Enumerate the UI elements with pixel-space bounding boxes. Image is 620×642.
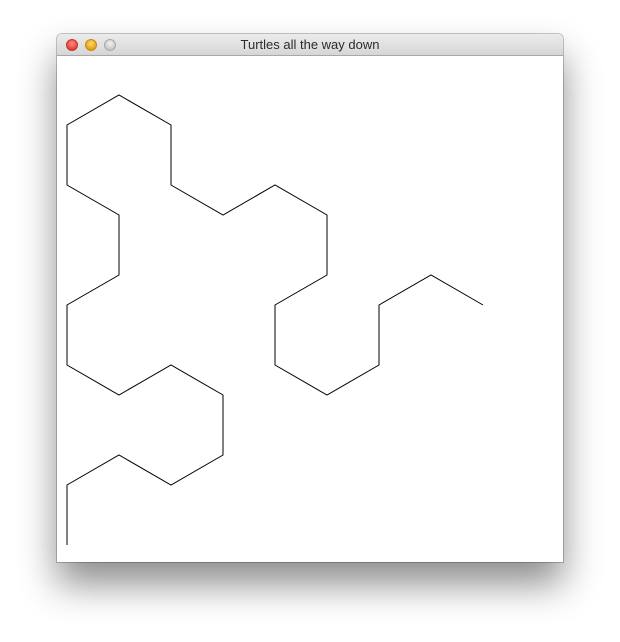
- window-title: Turtles all the way down: [240, 37, 380, 52]
- turtle-path: [66, 94, 484, 545]
- turtle-canvas: [57, 56, 563, 562]
- turtle-drawing: [66, 94, 484, 545]
- window-titlebar[interactable]: Turtles all the way down: [57, 34, 563, 56]
- app-window: Turtles all the way down: [57, 34, 563, 562]
